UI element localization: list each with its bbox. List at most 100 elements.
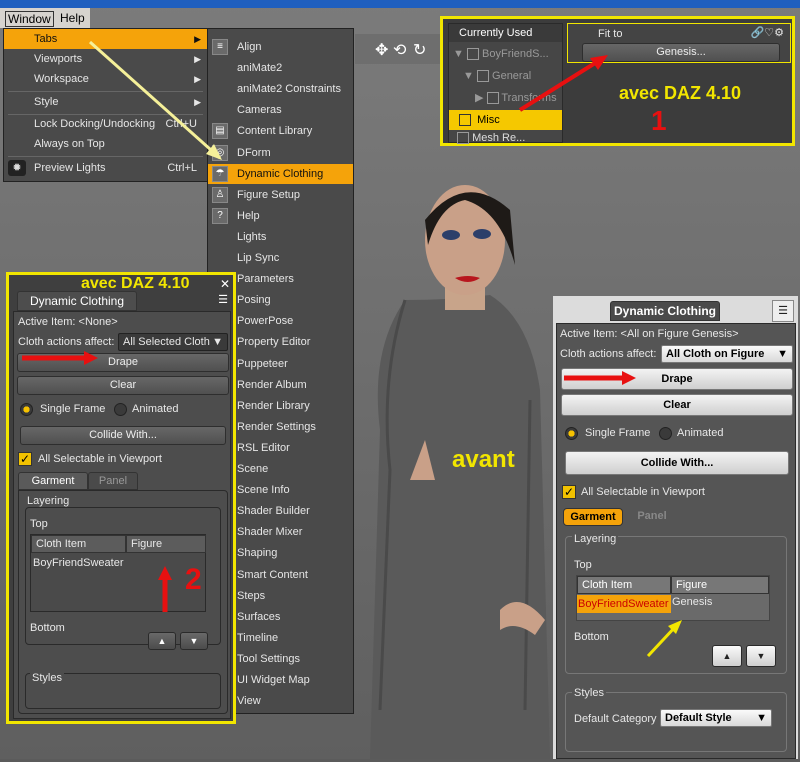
default-category-dropdown[interactable]: Default Style ▼ <box>660 709 772 727</box>
styles-group: Styles <box>25 672 221 709</box>
menu-item-workspace[interactable]: Workspace ▶ <box>4 69 207 89</box>
col-figure[interactable]: Figure <box>126 535 206 553</box>
property-icons[interactable]: 🔗♡⚙ <box>751 26 784 39</box>
close-icon[interactable]: ✕ <box>220 277 230 291</box>
move-tool-icon[interactable]: ✥ <box>375 40 388 60</box>
menu-item-viewports[interactable]: Viewports ▶ <box>4 49 207 69</box>
menu-window[interactable]: Window <box>5 11 54 27</box>
tabs-menu-item-label: aniMate2 Constraints <box>237 83 341 96</box>
tabs-menu-item-label: Help <box>237 209 260 222</box>
menu-item-lock-docking[interactable]: Lock Docking/Undocking Ctrl+U <box>4 114 207 134</box>
animated-radio[interactable] <box>114 403 127 416</box>
menu-bar: Window Help <box>0 8 90 28</box>
tabs-menu-item[interactable]: ♙ Figure Setup <box>208 185 353 205</box>
tabs-menu-item-label: View <box>237 695 261 708</box>
chevron-down-icon: ▼ <box>212 336 223 348</box>
panel-title-tab[interactable]: Dynamic Clothing <box>610 301 720 321</box>
tabs-menu-item-label: Shader Mixer <box>237 526 303 539</box>
table-row[interactable]: BoyFriendSweater <box>33 557 124 569</box>
col-cloth-item[interactable]: Cloth Item <box>31 535 126 553</box>
move-up-button[interactable]: ▲ <box>148 632 176 650</box>
tree-node[interactable]: ▼ BoyFriendS... <box>453 48 549 61</box>
cloth-actions-dropdown[interactable]: All Selected Cloth ▼ <box>118 333 228 351</box>
fit-to-genesis-button[interactable]: Genesis... <box>582 43 780 62</box>
menu-item-always-on-top[interactable]: Always on Top <box>4 134 207 154</box>
garment-tab-body: Layering Top Cloth Item Figure BoyFriend… <box>18 490 228 714</box>
tabs-menu-item[interactable]: ▤ Content Library <box>208 121 353 141</box>
tabs-menu-item-label: Lights <box>237 230 267 243</box>
dynamic-clothing-panel-left: avec DAZ 4.10 ✕ Dynamic Clothing ☰ Activ… <box>6 272 236 724</box>
active-item-label: Active Item: <None> <box>18 316 118 328</box>
cloth-actions-label: Cloth actions affect: <box>560 348 657 360</box>
tree-node[interactable]: Mesh Re... <box>457 132 525 145</box>
tabs-menu-item-label: DForm <box>237 146 271 159</box>
refresh-tool-icon[interactable]: ↻ <box>413 40 426 60</box>
top-label: Top <box>574 559 592 571</box>
table-row-figure[interactable]: Genesis <box>672 596 712 608</box>
tabs-menu-item[interactable]: Lights <box>208 227 353 247</box>
tab-garment[interactable]: Garment <box>18 472 88 490</box>
tabs-menu-item-label: Align <box>237 41 262 53</box>
table-row[interactable]: BoyFriendSweater <box>577 595 671 613</box>
drape-button[interactable]: Drape <box>561 368 793 390</box>
panel-title-tab[interactable]: Dynamic Clothing <box>17 291 137 311</box>
menu-item-style[interactable]: Style ▶ <box>4 92 207 112</box>
move-down-button[interactable]: ▼ <box>746 645 776 667</box>
panel-body: Active Item: <All on Figure Genesis> Clo… <box>556 323 796 759</box>
tabs-menu-item[interactable]: aniMate2 Constraints <box>208 79 353 99</box>
menu-help[interactable]: Help <box>60 11 85 25</box>
tabs-menu-item[interactable]: aniMate2 <box>208 58 353 78</box>
tree-node[interactable]: ▶ Transforms <box>475 91 557 105</box>
window-menu: Tabs ▶ Viewports ▶ Workspace ▶ Style ▶ Lock … <box>3 28 208 182</box>
col-cloth-item[interactable]: Cloth Item <box>577 576 671 594</box>
panel-menu-icon[interactable]: ☰ <box>772 300 794 322</box>
annotation-daz-version: avec DAZ 4.10 <box>619 83 742 103</box>
single-frame-radio[interactable] <box>20 403 33 416</box>
tabs-menu-item[interactable]: Cameras <box>208 100 353 120</box>
tabs-menu-item[interactable]: ☂ Dynamic Clothing <box>208 163 353 184</box>
animated-label: Animated <box>677 427 724 439</box>
collide-with-button[interactable]: Collide With... <box>20 426 226 445</box>
tabs-menu-item-label: Steps <box>237 589 266 602</box>
tab-panel[interactable]: Panel <box>627 508 677 526</box>
collide-with-button[interactable]: Collide With... <box>565 451 789 475</box>
all-selectable-checkbox[interactable]: ✓ <box>562 485 576 499</box>
menu-item-tabs[interactable]: Tabs ▶ <box>4 29 207 49</box>
menu-item-preview-lights[interactable]: ✹ Preview Lights Ctrl+L <box>4 158 207 178</box>
single-frame-radio[interactable] <box>565 427 578 440</box>
col-figure[interactable]: Figure <box>671 576 769 594</box>
tree-node-selected[interactable]: Misc <box>449 110 562 130</box>
tabs-menu-item[interactable]: ≡ Align <box>208 37 353 57</box>
drape-button[interactable]: Drape <box>17 353 229 372</box>
tabs-menu-item-label: Figure Setup <box>237 188 300 201</box>
clear-button[interactable]: Clear <box>17 376 229 395</box>
all-selectable-checkbox[interactable]: ✓ <box>18 452 32 466</box>
all-selectable-label: All Selectable in Viewport <box>581 486 705 498</box>
toolbar: ✥ ⟲ ↻ <box>355 34 440 64</box>
cloth-actions-dropdown[interactable]: All Cloth on Figure ▼ <box>661 345 793 363</box>
lightbulb-icon: ✹ <box>8 160 26 176</box>
tabs-menu-item[interactable]: ? Help <box>208 206 353 226</box>
dynamic-clothing-icon: ☂ <box>212 165 228 182</box>
move-down-button[interactable]: ▼ <box>180 632 208 650</box>
tabs-menu-item[interactable]: ◎ DForm <box>208 143 353 163</box>
cloth-table: Cloth Item Figure BoyFriendSweater <box>30 534 206 612</box>
tree-node[interactable]: ▼ General <box>463 70 531 83</box>
tabs-menu-item-label: Render Album <box>237 378 307 391</box>
tab-panel[interactable]: Panel <box>88 472 138 490</box>
rotate-tool-icon[interactable]: ⟲ <box>393 40 406 60</box>
tab-garment[interactable]: Garment <box>563 508 623 526</box>
tabs-menu-item[interactable]: Lip Sync <box>208 248 353 268</box>
tabs-menu-item-label: RSL Editor <box>237 441 290 454</box>
tabs-menu-item-label: Content Library <box>237 125 313 138</box>
default-category-label: Default Category <box>574 713 657 725</box>
title-strip <box>0 0 800 8</box>
tabs-menu-item-label: Render Library <box>237 399 310 412</box>
annotation-avant: avant <box>452 446 515 473</box>
content-library-icon: ▤ <box>212 123 228 140</box>
animated-radio[interactable] <box>659 427 672 440</box>
move-up-button[interactable]: ▲ <box>712 645 742 667</box>
clear-button[interactable]: Clear <box>561 394 793 416</box>
panel-menu-icon[interactable]: ☰ <box>218 293 228 306</box>
tabs-menu-item-label: aniMate2 <box>237 62 283 75</box>
